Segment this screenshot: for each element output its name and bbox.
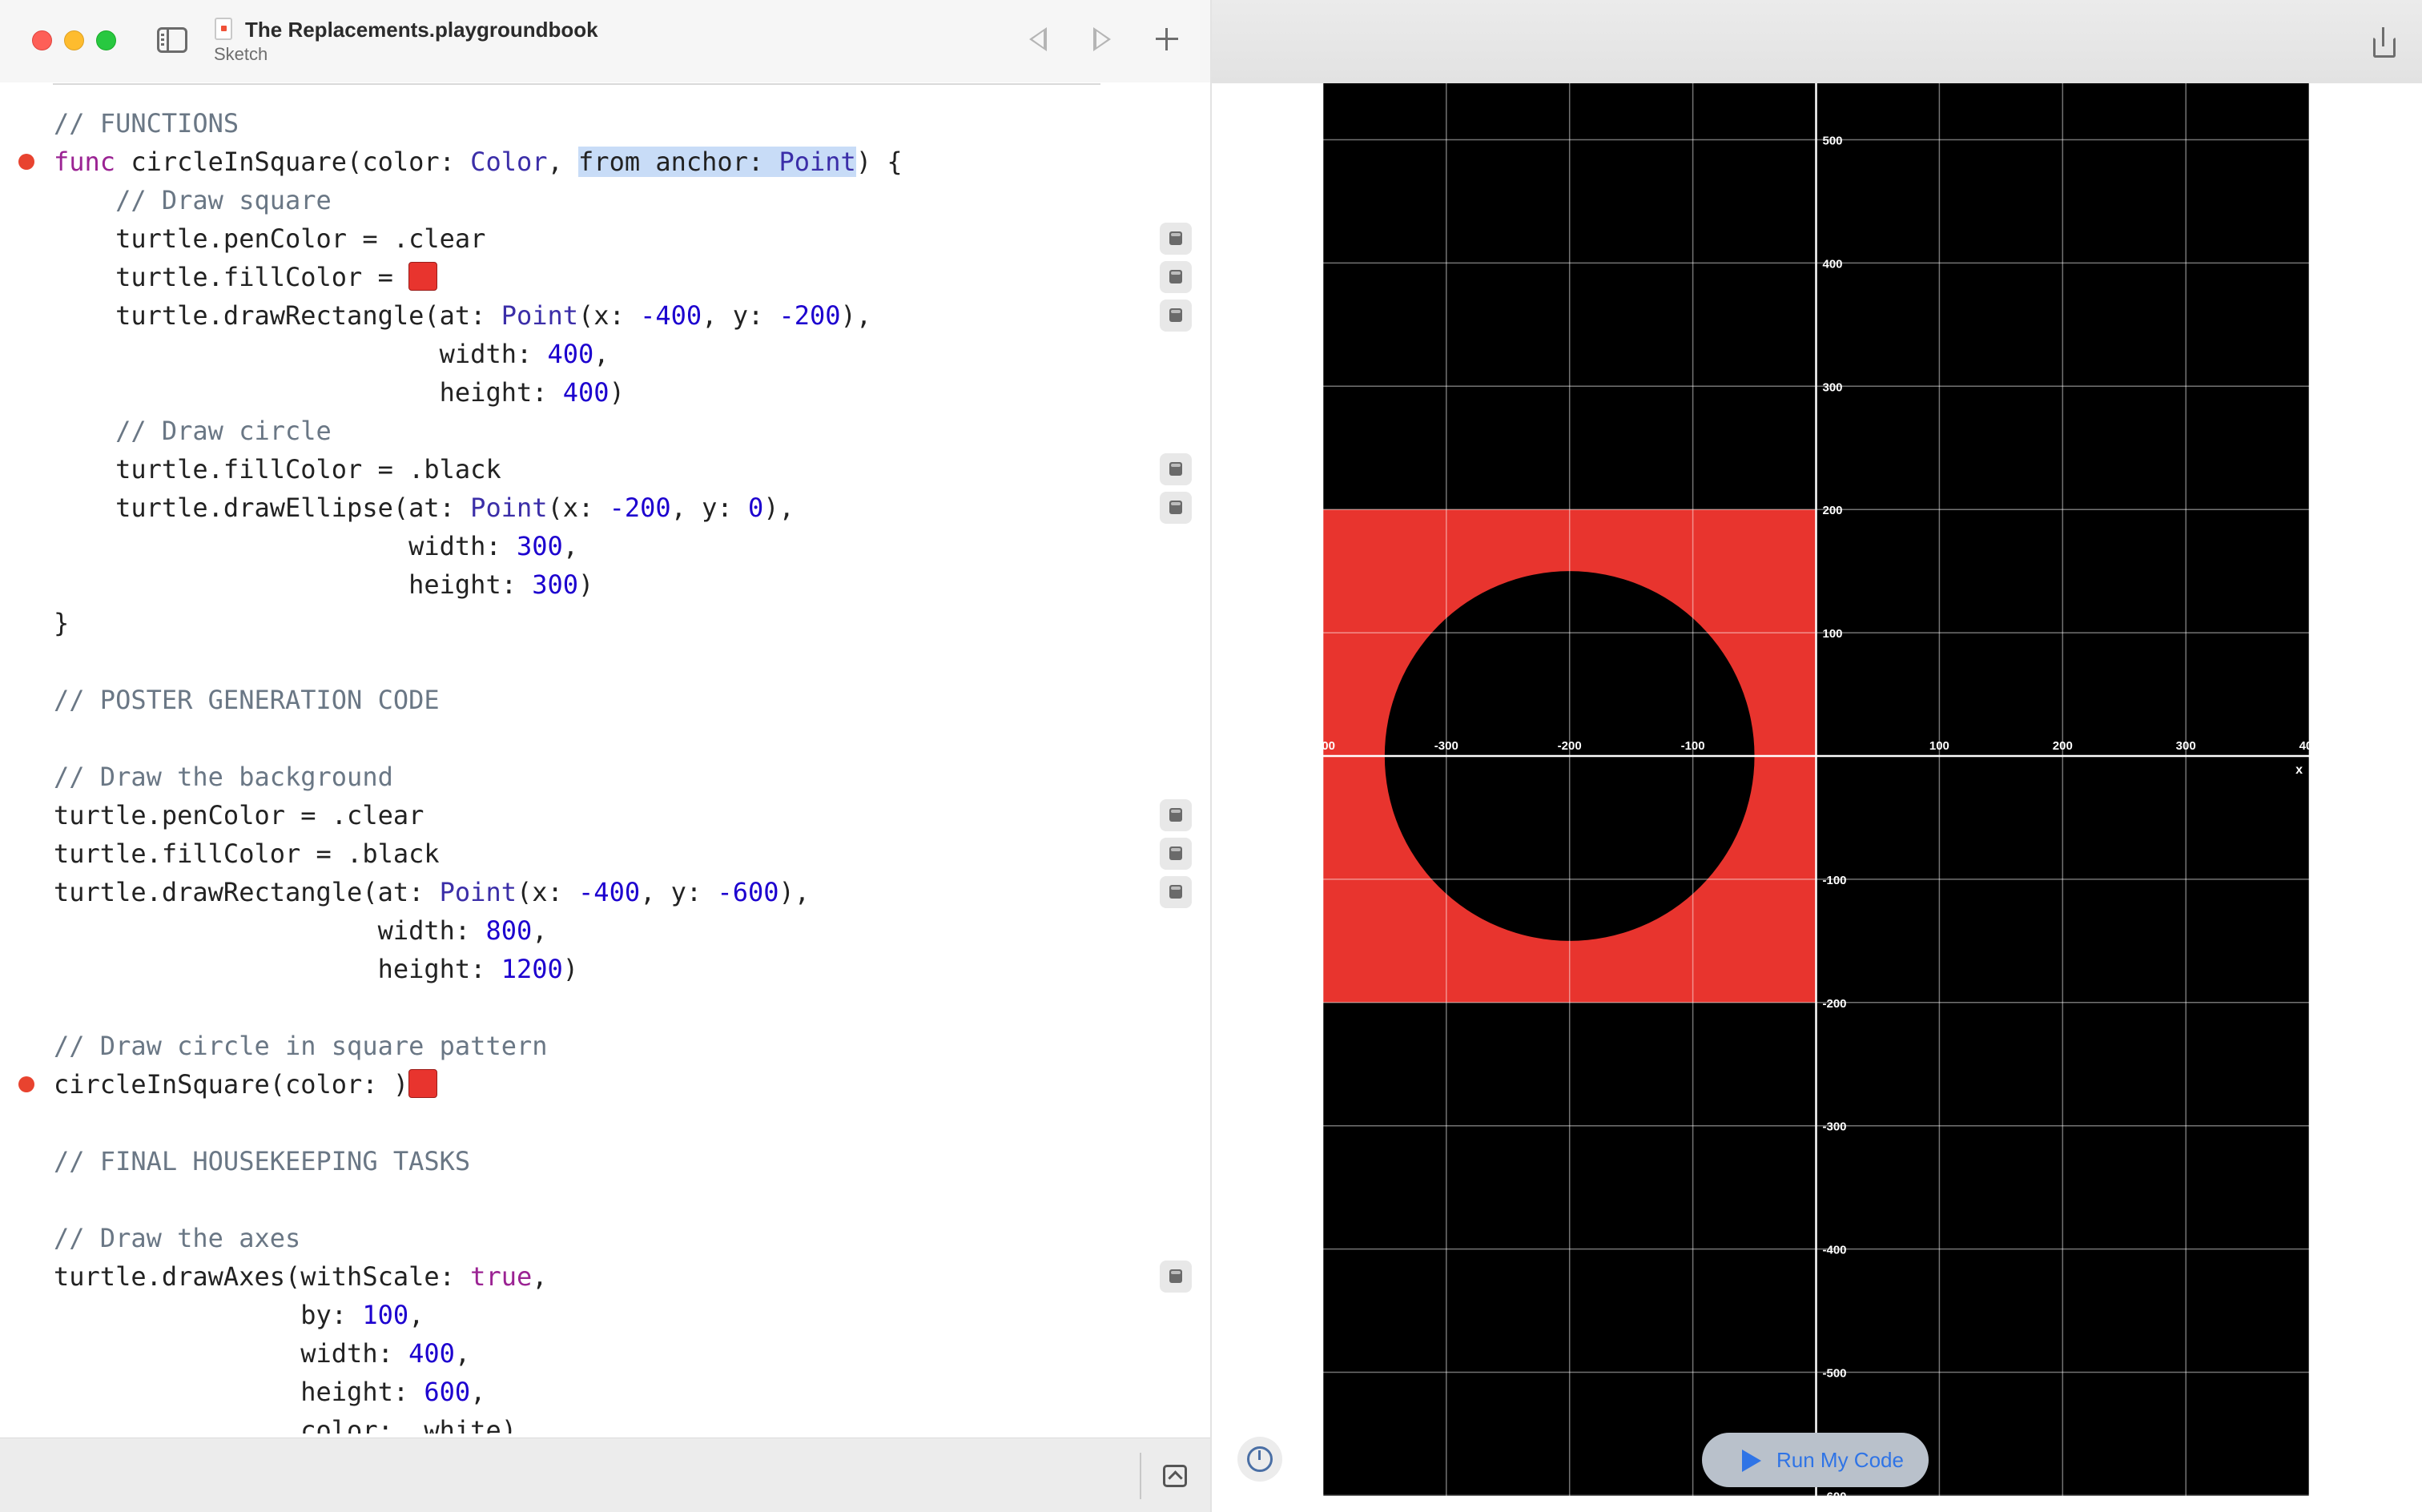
result-viewer-icon[interactable] — [1160, 300, 1192, 332]
code-area[interactable]: // FUNCTIONS func circleInSquare(color: C… — [0, 104, 1210, 1434]
code-line[interactable]: turtle.fillColor = — [54, 258, 438, 296]
code-line[interactable]: } — [54, 604, 69, 642]
code-line[interactable]: turtle.drawEllipse(at: Point(x: -200, y:… — [54, 489, 795, 527]
live-view-toolbar — [1212, 0, 2422, 83]
playground-document-icon — [215, 18, 232, 40]
code-line[interactable]: // Draw the axes — [54, 1219, 300, 1257]
run-my-code-button[interactable]: Run My Code — [1702, 1433, 1929, 1487]
code-line[interactable]: // FUNCTIONS — [54, 104, 239, 143]
close-window-button[interactable] — [32, 30, 52, 50]
color-literal-swatch[interactable] — [408, 1069, 438, 1098]
x-tick-label: 200 — [2053, 739, 2073, 753]
code-line[interactable]: width: 300, — [54, 527, 578, 565]
x-tick-label: -300 — [1434, 739, 1458, 753]
zoom-window-button[interactable] — [96, 30, 116, 50]
editor-bottom-bar — [0, 1438, 1210, 1512]
x-tick-label: 400 — [2299, 739, 2309, 753]
play-icon — [1742, 1450, 1761, 1472]
code-line[interactable]: width: 400, — [54, 335, 610, 373]
run-my-code-label: Run My Code — [1776, 1448, 1904, 1472]
code-line[interactable]: // FINAL HOUSEKEEPING TASKS — [54, 1142, 470, 1180]
y-tick-label: 500 — [1823, 135, 1843, 148]
code-line[interactable]: turtle.fillColor = .black — [54, 834, 440, 873]
code-line[interactable]: circleInSquare(color: ) — [54, 1065, 438, 1104]
code-line[interactable]: height: 400) — [54, 373, 625, 412]
code-line[interactable]: // POSTER GENERATION CODE — [54, 681, 440, 719]
code-line[interactable]: turtle.drawAxes(withScale: true, — [54, 1257, 548, 1296]
code-line[interactable]: width: 400, — [54, 1334, 470, 1373]
forward-arrow-icon[interactable] — [1093, 27, 1111, 51]
y-tick-label: -600 — [1823, 1490, 1847, 1496]
code-line[interactable]: // Draw circle — [54, 412, 332, 450]
y-tick-label: -100 — [1823, 874, 1847, 887]
back-arrow-icon[interactable] — [1029, 27, 1047, 51]
code-line[interactable]: // Draw circle in square pattern — [54, 1027, 548, 1065]
result-viewer-icon[interactable] — [1160, 799, 1192, 831]
code-line[interactable]: height: 300) — [54, 565, 593, 604]
code-editor-pane: The Replacements.playgroundbook Sketch /… — [0, 0, 1210, 1512]
share-icon[interactable] — [2373, 27, 2396, 58]
y-tick-label: -300 — [1823, 1120, 1847, 1134]
result-viewer-icon[interactable] — [1160, 838, 1192, 870]
code-line[interactable]: turtle.drawRectangle(at: Point(x: -400, … — [54, 873, 810, 911]
code-line[interactable]: height: 1200) — [54, 950, 578, 988]
editor-titlebar: The Replacements.playgroundbook Sketch — [0, 0, 1210, 82]
code-line[interactable]: by: 100, — [54, 1296, 424, 1334]
breakpoint-dot[interactable] — [18, 1076, 34, 1092]
poster-svg: -400 -300 -200 -100 100 200 300 400 500 400 300 200… — [1323, 83, 2309, 1496]
document-subtitle: Sketch — [214, 44, 268, 64]
document-title: The Replacements.playgroundbook — [245, 18, 598, 42]
y-tick-label: 200 — [1823, 504, 1843, 517]
sidebar-toggle-icon[interactable] — [157, 27, 187, 53]
bottom-bar-divider — [1140, 1453, 1141, 1499]
y-tick-label: -200 — [1823, 997, 1847, 1011]
code-line[interactable]: height: 600, — [54, 1373, 485, 1411]
color-literal-swatch[interactable] — [408, 262, 438, 291]
code-line[interactable]: turtle.penColor = .clear — [54, 796, 424, 834]
minimize-window-button[interactable] — [64, 30, 84, 50]
result-viewer-icon[interactable] — [1160, 876, 1192, 908]
result-viewer-icon[interactable] — [1160, 453, 1192, 485]
code-line[interactable]: turtle.penColor = .clear — [54, 219, 485, 258]
collapse-console-icon[interactable] — [1163, 1465, 1187, 1487]
code-line[interactable]: turtle.drawRectangle(at: Point(x: -400, … — [54, 296, 871, 335]
poster-canvas: -400 -300 -200 -100 100 200 300 400 500 400 300 200… — [1323, 83, 2309, 1496]
y-tick-label: 400 — [1823, 257, 1843, 271]
x-tick-label: 100 — [1929, 739, 1949, 753]
result-viewer-icon[interactable] — [1160, 1261, 1192, 1293]
y-tick-label: -400 — [1823, 1244, 1847, 1257]
add-icon[interactable] — [1154, 26, 1180, 52]
x-tick-label: 300 — [2176, 739, 2196, 753]
code-line[interactable]: // Draw the background — [54, 758, 393, 796]
live-view-pane: -400 -300 -200 -100 100 200 300 400 500 400 300 200… — [1212, 0, 2422, 1512]
y-tick-label: 300 — [1823, 380, 1843, 394]
x-tick-label: -100 — [1681, 739, 1705, 753]
breakpoint-dot[interactable] — [18, 154, 34, 170]
result-viewer-icon[interactable] — [1160, 223, 1192, 255]
titlebar-divider — [53, 83, 1100, 85]
code-line[interactable]: func circleInSquare(color: Color, from a… — [54, 143, 903, 181]
x-tick-label: -400 — [1323, 739, 1335, 753]
result-viewer-icon[interactable] — [1160, 492, 1192, 524]
x-axis-name: x — [2295, 763, 2303, 777]
x-tick-label: -200 — [1558, 739, 1582, 753]
result-viewer-icon[interactable] — [1160, 261, 1192, 293]
code-line[interactable]: turtle.fillColor = .black — [54, 450, 501, 489]
speedometer-icon[interactable] — [1237, 1437, 1282, 1482]
code-line[interactable]: // Draw square — [54, 181, 332, 219]
y-tick-label: 100 — [1823, 627, 1843, 641]
code-line[interactable]: width: 800, — [54, 911, 548, 950]
y-tick-label: -500 — [1823, 1367, 1847, 1381]
code-line[interactable]: color: .white) — [54, 1411, 517, 1434]
